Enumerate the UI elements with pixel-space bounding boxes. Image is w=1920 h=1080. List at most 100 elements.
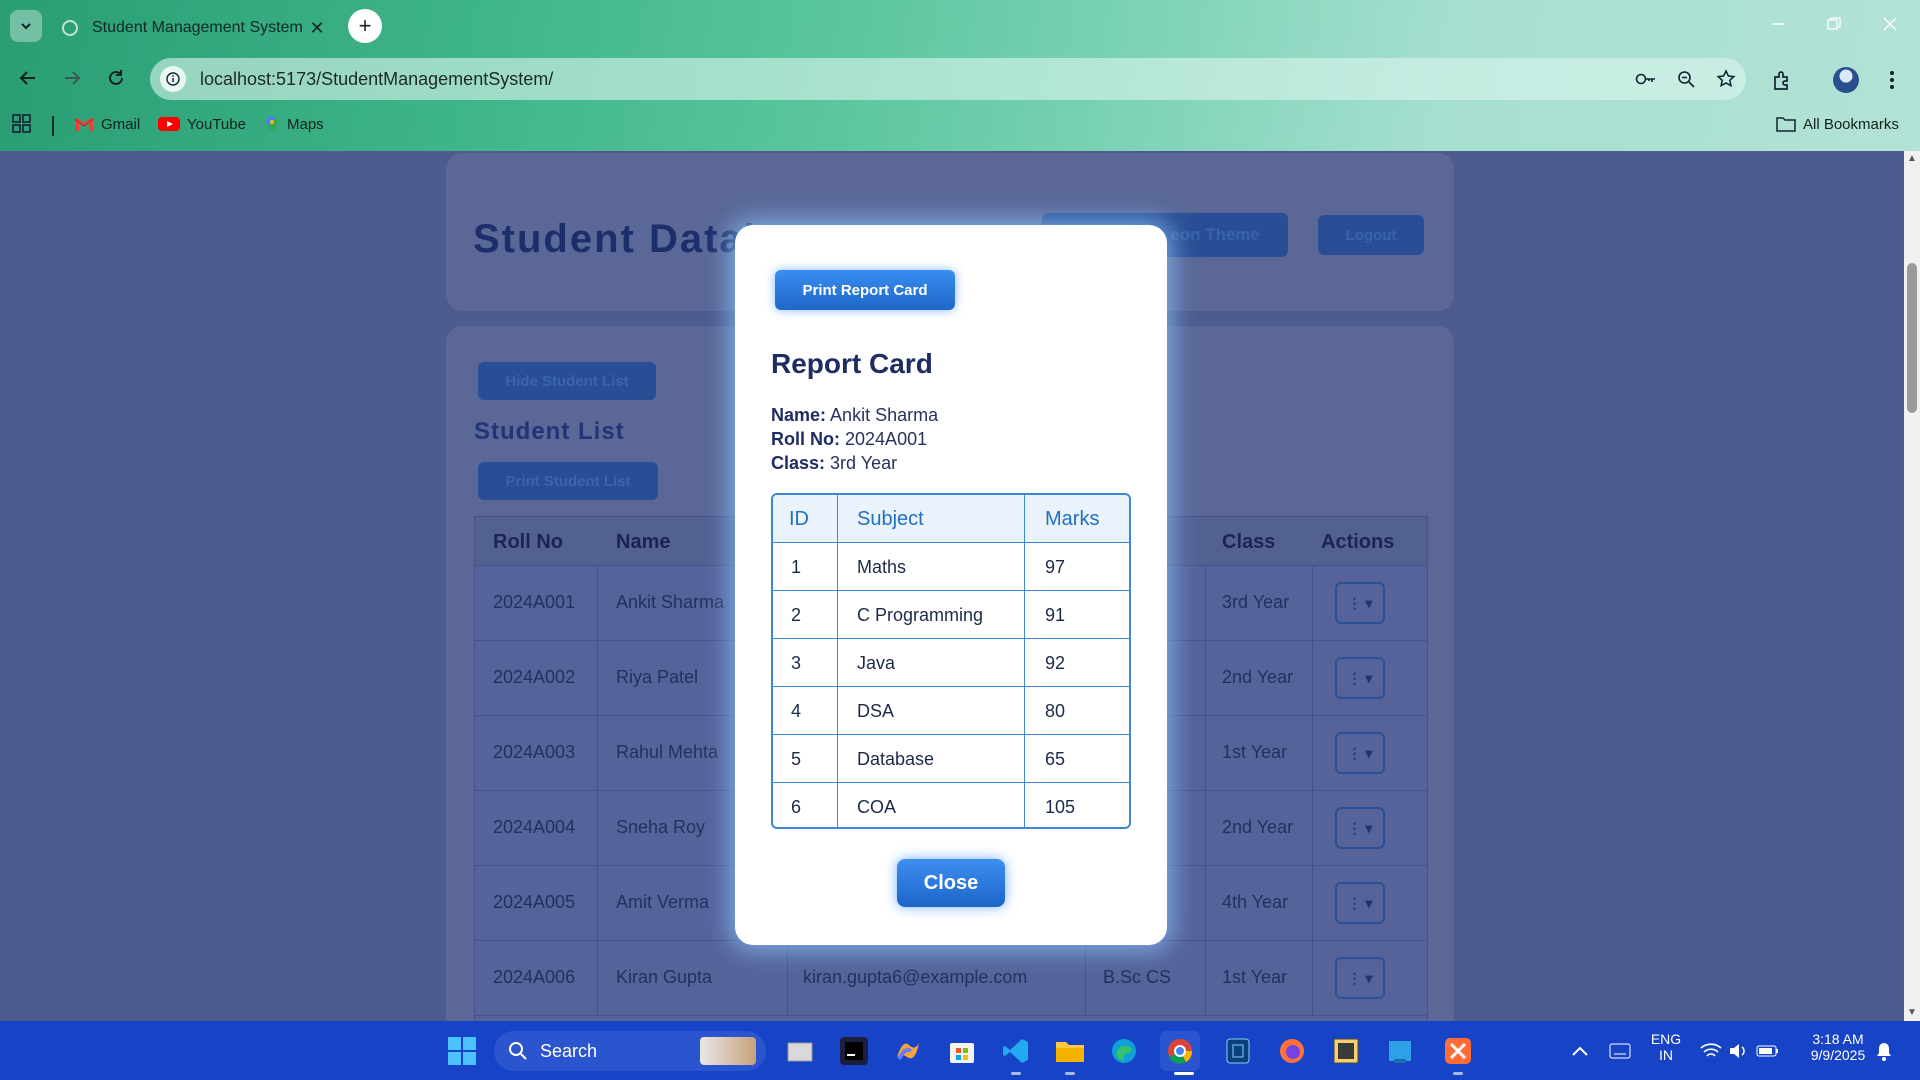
url-text[interactable]: localhost:5173/StudentManagementSystem/ — [200, 69, 1626, 90]
show-hidden-icons-chevron[interactable] — [1560, 1031, 1600, 1071]
vscode-icon[interactable] — [996, 1031, 1036, 1071]
reload-button[interactable] — [98, 60, 134, 96]
cell-subject: Maths — [857, 557, 907, 577]
language-indicator[interactable]: ENG IN — [1648, 1031, 1684, 1063]
cell-course: B.Sc CS — [1103, 967, 1172, 987]
windows-taskbar: Search ENG IN 3:18 AM 9/9/2025 — [0, 1021, 1920, 1080]
site-info-icon[interactable] — [160, 66, 186, 92]
new-tab-button[interactable]: + — [348, 9, 382, 43]
header-marks: Marks — [1045, 508, 1100, 530]
windows-start-icon[interactable] — [442, 1031, 482, 1071]
cell-id: 6 — [791, 797, 802, 817]
taskbar-search[interactable]: Search — [494, 1031, 766, 1071]
name-value: Ankit Sharma — [830, 405, 939, 425]
row-actions-button[interactable]: ⋮ ▾ — [1335, 732, 1385, 774]
cell-subject: COA — [857, 797, 897, 817]
intellij-icon[interactable] — [834, 1031, 874, 1071]
row-actions-button[interactable]: ⋮ ▾ — [1335, 882, 1385, 924]
hide-student-list-button[interactable]: Hide Student List — [478, 362, 656, 400]
password-key-icon[interactable] — [1626, 58, 1666, 100]
cell-subject: Database — [857, 749, 935, 769]
cell-marks: 80 — [1045, 701, 1066, 721]
marks-table: ID Subject Marks 1 Maths 97 2 C Programm… — [771, 493, 1131, 829]
all-bookmarks[interactable]: All Bookmarks — [1776, 112, 1899, 136]
class-line: Class: 3rd Year — [771, 453, 897, 474]
cell-roll: 2024A003 — [493, 742, 576, 762]
close-button[interactable]: Close — [897, 859, 1005, 907]
folder-icon — [1776, 116, 1796, 132]
cell-name: Riya Patel — [616, 667, 699, 687]
youtube-icon — [158, 116, 180, 132]
app-icon[interactable] — [1218, 1031, 1258, 1071]
back-button[interactable] — [10, 60, 46, 96]
gallery-app-icon[interactable] — [1326, 1031, 1366, 1071]
profile-avatar[interactable] — [1826, 60, 1866, 100]
edge-icon[interactable] — [1104, 1031, 1144, 1071]
student-name-line: Name: Ankit Sharma — [771, 405, 938, 426]
keyboard-icon[interactable] — [1600, 1031, 1640, 1071]
copilot-icon[interactable] — [888, 1031, 928, 1071]
header-actions: Actions — [1321, 531, 1395, 553]
postman-like-icon[interactable] — [1438, 1031, 1478, 1071]
row-actions-button[interactable]: ⋮ ▾ — [1335, 807, 1385, 849]
cell-id: 3 — [791, 653, 802, 673]
browser-tab[interactable]: Student Management System ✕ — [50, 6, 340, 50]
address-bar[interactable]: localhost:5173/StudentManagementSystem/ — [150, 58, 1746, 100]
bookmarks-divider — [52, 116, 54, 136]
table-row: 1 Maths 97 — [773, 543, 1129, 591]
restore-icon — [1827, 17, 1841, 30]
browser-chrome: Student Management System ✕ + localhost:… — [0, 0, 1920, 151]
cell-class: 4th Year — [1222, 892, 1289, 912]
scroll-up-icon[interactable]: ▲ — [1907, 153, 1917, 164]
bookmark-label: YouTube — [187, 115, 246, 133]
chrome-icon[interactable] — [1160, 1031, 1200, 1071]
bookmark-youtube[interactable]: YouTube — [158, 112, 246, 136]
header-name: Name — [616, 531, 671, 553]
close-icon — [1883, 17, 1897, 31]
more-vertical-icon: ⋮ ▾ — [1347, 894, 1373, 911]
tab-close-icon[interactable]: ✕ — [306, 18, 328, 39]
notes-app-icon[interactable] — [1380, 1031, 1420, 1071]
close-window-button[interactable] — [1862, 0, 1918, 48]
file-explorer-icon[interactable] — [1050, 1031, 1090, 1071]
row-actions-button[interactable]: ⋮ ▾ — [1335, 657, 1385, 699]
task-view-icon[interactable] — [780, 1031, 820, 1071]
browser-menu-icon[interactable] — [1872, 60, 1912, 100]
row-actions-button[interactable]: ⋮ ▾ — [1335, 582, 1385, 624]
report-card-modal: Print Report Card Report Card Name: Anki… — [735, 225, 1167, 945]
bookmark-maps[interactable]: Maps — [264, 112, 324, 136]
print-student-list-button[interactable]: Print Student List — [478, 462, 658, 500]
system-tray-status[interactable] — [1692, 1031, 1788, 1071]
extensions-icon[interactable] — [1762, 60, 1802, 100]
more-vertical-icon: ⋮ ▾ — [1347, 744, 1373, 761]
row-actions-button[interactable]: ⋮ ▾ — [1335, 957, 1385, 999]
notification-bell-icon[interactable] — [1864, 1031, 1904, 1071]
microsoft-store-icon[interactable] — [942, 1031, 982, 1071]
logout-button[interactable]: Logout — [1318, 215, 1424, 255]
more-vertical-icon: ⋮ ▾ — [1347, 669, 1373, 686]
arrow-left-icon — [19, 71, 35, 85]
restore-button[interactable] — [1806, 0, 1862, 48]
scrollbar-thumb[interactable] — [1907, 263, 1917, 413]
cell-roll: 2024A001 — [493, 592, 576, 612]
reload-icon — [109, 70, 123, 85]
bookmark-star-icon[interactable] — [1706, 58, 1746, 100]
cell-subject: DSA — [857, 701, 895, 721]
bookmark-gmail[interactable]: Gmail — [74, 112, 140, 136]
tab-search-button[interactable] — [10, 10, 42, 42]
chevron-down-icon — [21, 23, 31, 30]
more-vertical-icon: ⋮ ▾ — [1347, 594, 1373, 611]
firefox-icon[interactable] — [1272, 1031, 1312, 1071]
cell-name: Sneha Roy — [616, 817, 706, 837]
cell-marks: 105 — [1045, 797, 1076, 817]
forward-button[interactable] — [54, 60, 90, 96]
print-report-card-button[interactable]: Print Report Card — [775, 270, 955, 310]
minimize-button[interactable] — [1750, 0, 1806, 48]
cell-marks: 65 — [1045, 749, 1066, 769]
cell-id: 5 — [791, 749, 802, 769]
scroll-down-icon[interactable]: ▼ — [1907, 1007, 1917, 1018]
zoom-icon[interactable] — [1666, 58, 1706, 100]
volume-icon — [1730, 1044, 1745, 1058]
page-scrollbar[interactable]: ▲ ▼ — [1904, 151, 1920, 1021]
apps-grid-icon[interactable] — [12, 112, 32, 136]
